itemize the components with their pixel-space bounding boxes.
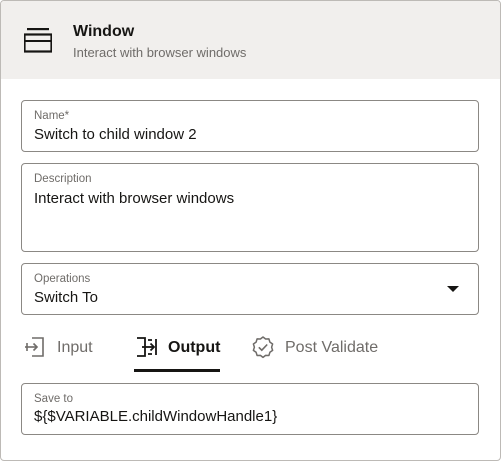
tab-input-label: Input xyxy=(57,339,93,356)
name-label: Name* xyxy=(34,110,70,122)
save-to-field[interactable]: Save to ${$VARIABLE.childWindowHandle1} xyxy=(21,383,479,435)
active-tab-indicator xyxy=(134,369,220,372)
post-validate-icon xyxy=(252,336,274,359)
tab-post-validate-label: Post Validate xyxy=(285,339,379,356)
panel-subtitle: Interact with browser windows xyxy=(73,45,247,60)
name-value[interactable]: Switch to child window 2 xyxy=(34,126,197,143)
chevron-down-icon[interactable] xyxy=(447,286,459,292)
operations-select[interactable]: Operations Switch To xyxy=(21,263,479,315)
save-to-value[interactable]: ${$VARIABLE.childWindowHandle1} xyxy=(34,408,277,425)
tab-bar: Input Output Post Validate xyxy=(1,331,500,375)
operations-value[interactable]: Switch To xyxy=(34,289,98,306)
tab-output[interactable]: Output xyxy=(134,331,221,372)
tab-input[interactable]: Input xyxy=(23,331,103,371)
window-icon xyxy=(24,28,52,53)
description-value[interactable]: Interact with browser windows xyxy=(34,190,234,207)
output-icon xyxy=(137,337,157,357)
properties-panel: Window Interact with browser windows Nam… xyxy=(0,0,501,461)
name-field[interactable]: Name* Switch to child window 2 xyxy=(21,100,479,152)
description-label: Description xyxy=(34,173,92,185)
description-field[interactable]: Description Interact with browser window… xyxy=(21,163,479,252)
panel-title: Window xyxy=(73,23,135,40)
panel-header: Window Interact with browser windows xyxy=(1,1,500,79)
tab-output-label: Output xyxy=(168,339,221,356)
operations-label: Operations xyxy=(34,273,91,285)
tab-post-validate[interactable]: Post Validate xyxy=(251,331,386,371)
input-icon xyxy=(25,337,44,357)
save-to-label: Save to xyxy=(34,393,73,405)
